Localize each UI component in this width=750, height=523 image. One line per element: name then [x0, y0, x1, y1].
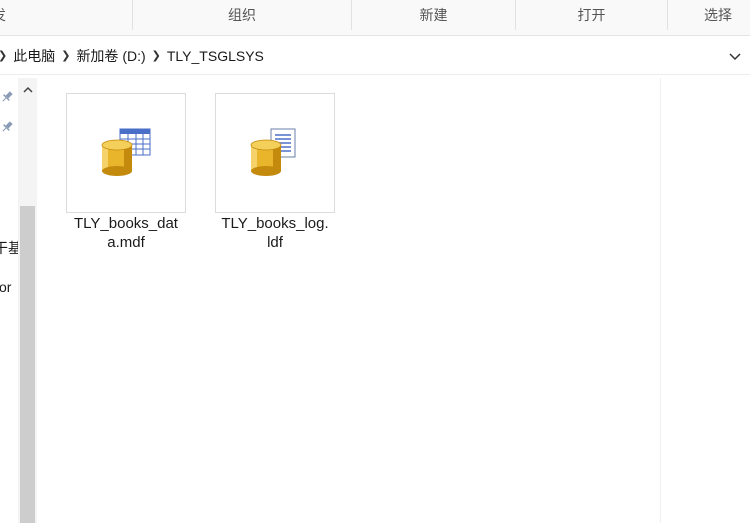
- pin-icon[interactable]: [0, 90, 14, 104]
- ribbon-group-label: 打开: [577, 7, 606, 23]
- ribbon-group-label: 组织: [228, 7, 256, 23]
- breadcrumb-drive-d[interactable]: 新加卷 (D:): [76, 46, 145, 66]
- breadcrumb-this-pc[interactable]: 此电脑: [13, 46, 55, 66]
- nav-item-label[interactable]: or: [0, 279, 11, 295]
- chevron-up-icon: [22, 86, 33, 93]
- ribbon-group-bar: 发 组织 新建 打开 选择: [0, 0, 750, 36]
- file-name-line: ldf: [267, 234, 283, 251]
- ribbon-group-label: 选择: [704, 7, 732, 23]
- sql-log-file-icon: [250, 128, 296, 176]
- ribbon-group-label: 发: [0, 5, 6, 25]
- file-name[interactable]: TLY_books_log. ldf: [211, 214, 339, 252]
- file-item-ldf[interactable]: TLY_books_log. ldf: [205, 93, 345, 252]
- navigation-pane[interactable]: 干基 or: [0, 78, 38, 523]
- breadcrumb-chevron-icon[interactable]: ❯: [152, 49, 161, 62]
- file-item-mdf[interactable]: TLY_books_dat a.mdf: [56, 93, 196, 252]
- ribbon-group-select[interactable]: 选择: [668, 0, 750, 30]
- file-thumbnail[interactable]: [66, 93, 186, 213]
- file-thumbnail[interactable]: [215, 93, 335, 213]
- file-name-line: a.mdf: [107, 234, 145, 251]
- file-name[interactable]: TLY_books_dat a.mdf: [62, 214, 190, 252]
- scroll-up-button[interactable]: [18, 78, 37, 102]
- address-history-dropdown-icon[interactable]: [728, 49, 742, 63]
- pin-icon[interactable]: [0, 120, 14, 134]
- ribbon-group-open[interactable]: 打开: [516, 0, 668, 30]
- ribbon-group-organize[interactable]: 组织: [133, 0, 352, 30]
- nav-scrollbar-thumb[interactable]: [20, 206, 35, 523]
- file-name-line: TLY_books_dat: [74, 215, 178, 232]
- breadcrumb-chevron-icon[interactable]: ❯: [0, 49, 7, 62]
- ribbon-group-partial[interactable]: 发: [0, 0, 133, 30]
- address-bar[interactable]: ❯ 此电脑 ❯ 新加卷 (D:) ❯ TLY_TSGLSYS: [0, 37, 750, 75]
- breadcrumb-chevron-icon[interactable]: ❯: [61, 49, 70, 62]
- ribbon-group-new[interactable]: 新建: [352, 0, 516, 30]
- file-name-line: TLY_books_log.: [221, 215, 329, 232]
- breadcrumb-current-folder[interactable]: TLY_TSGLSYS: [167, 48, 264, 64]
- sql-data-file-icon: [101, 128, 151, 176]
- ribbon-group-label: 新建: [419, 7, 448, 23]
- pane-divider: [660, 78, 661, 523]
